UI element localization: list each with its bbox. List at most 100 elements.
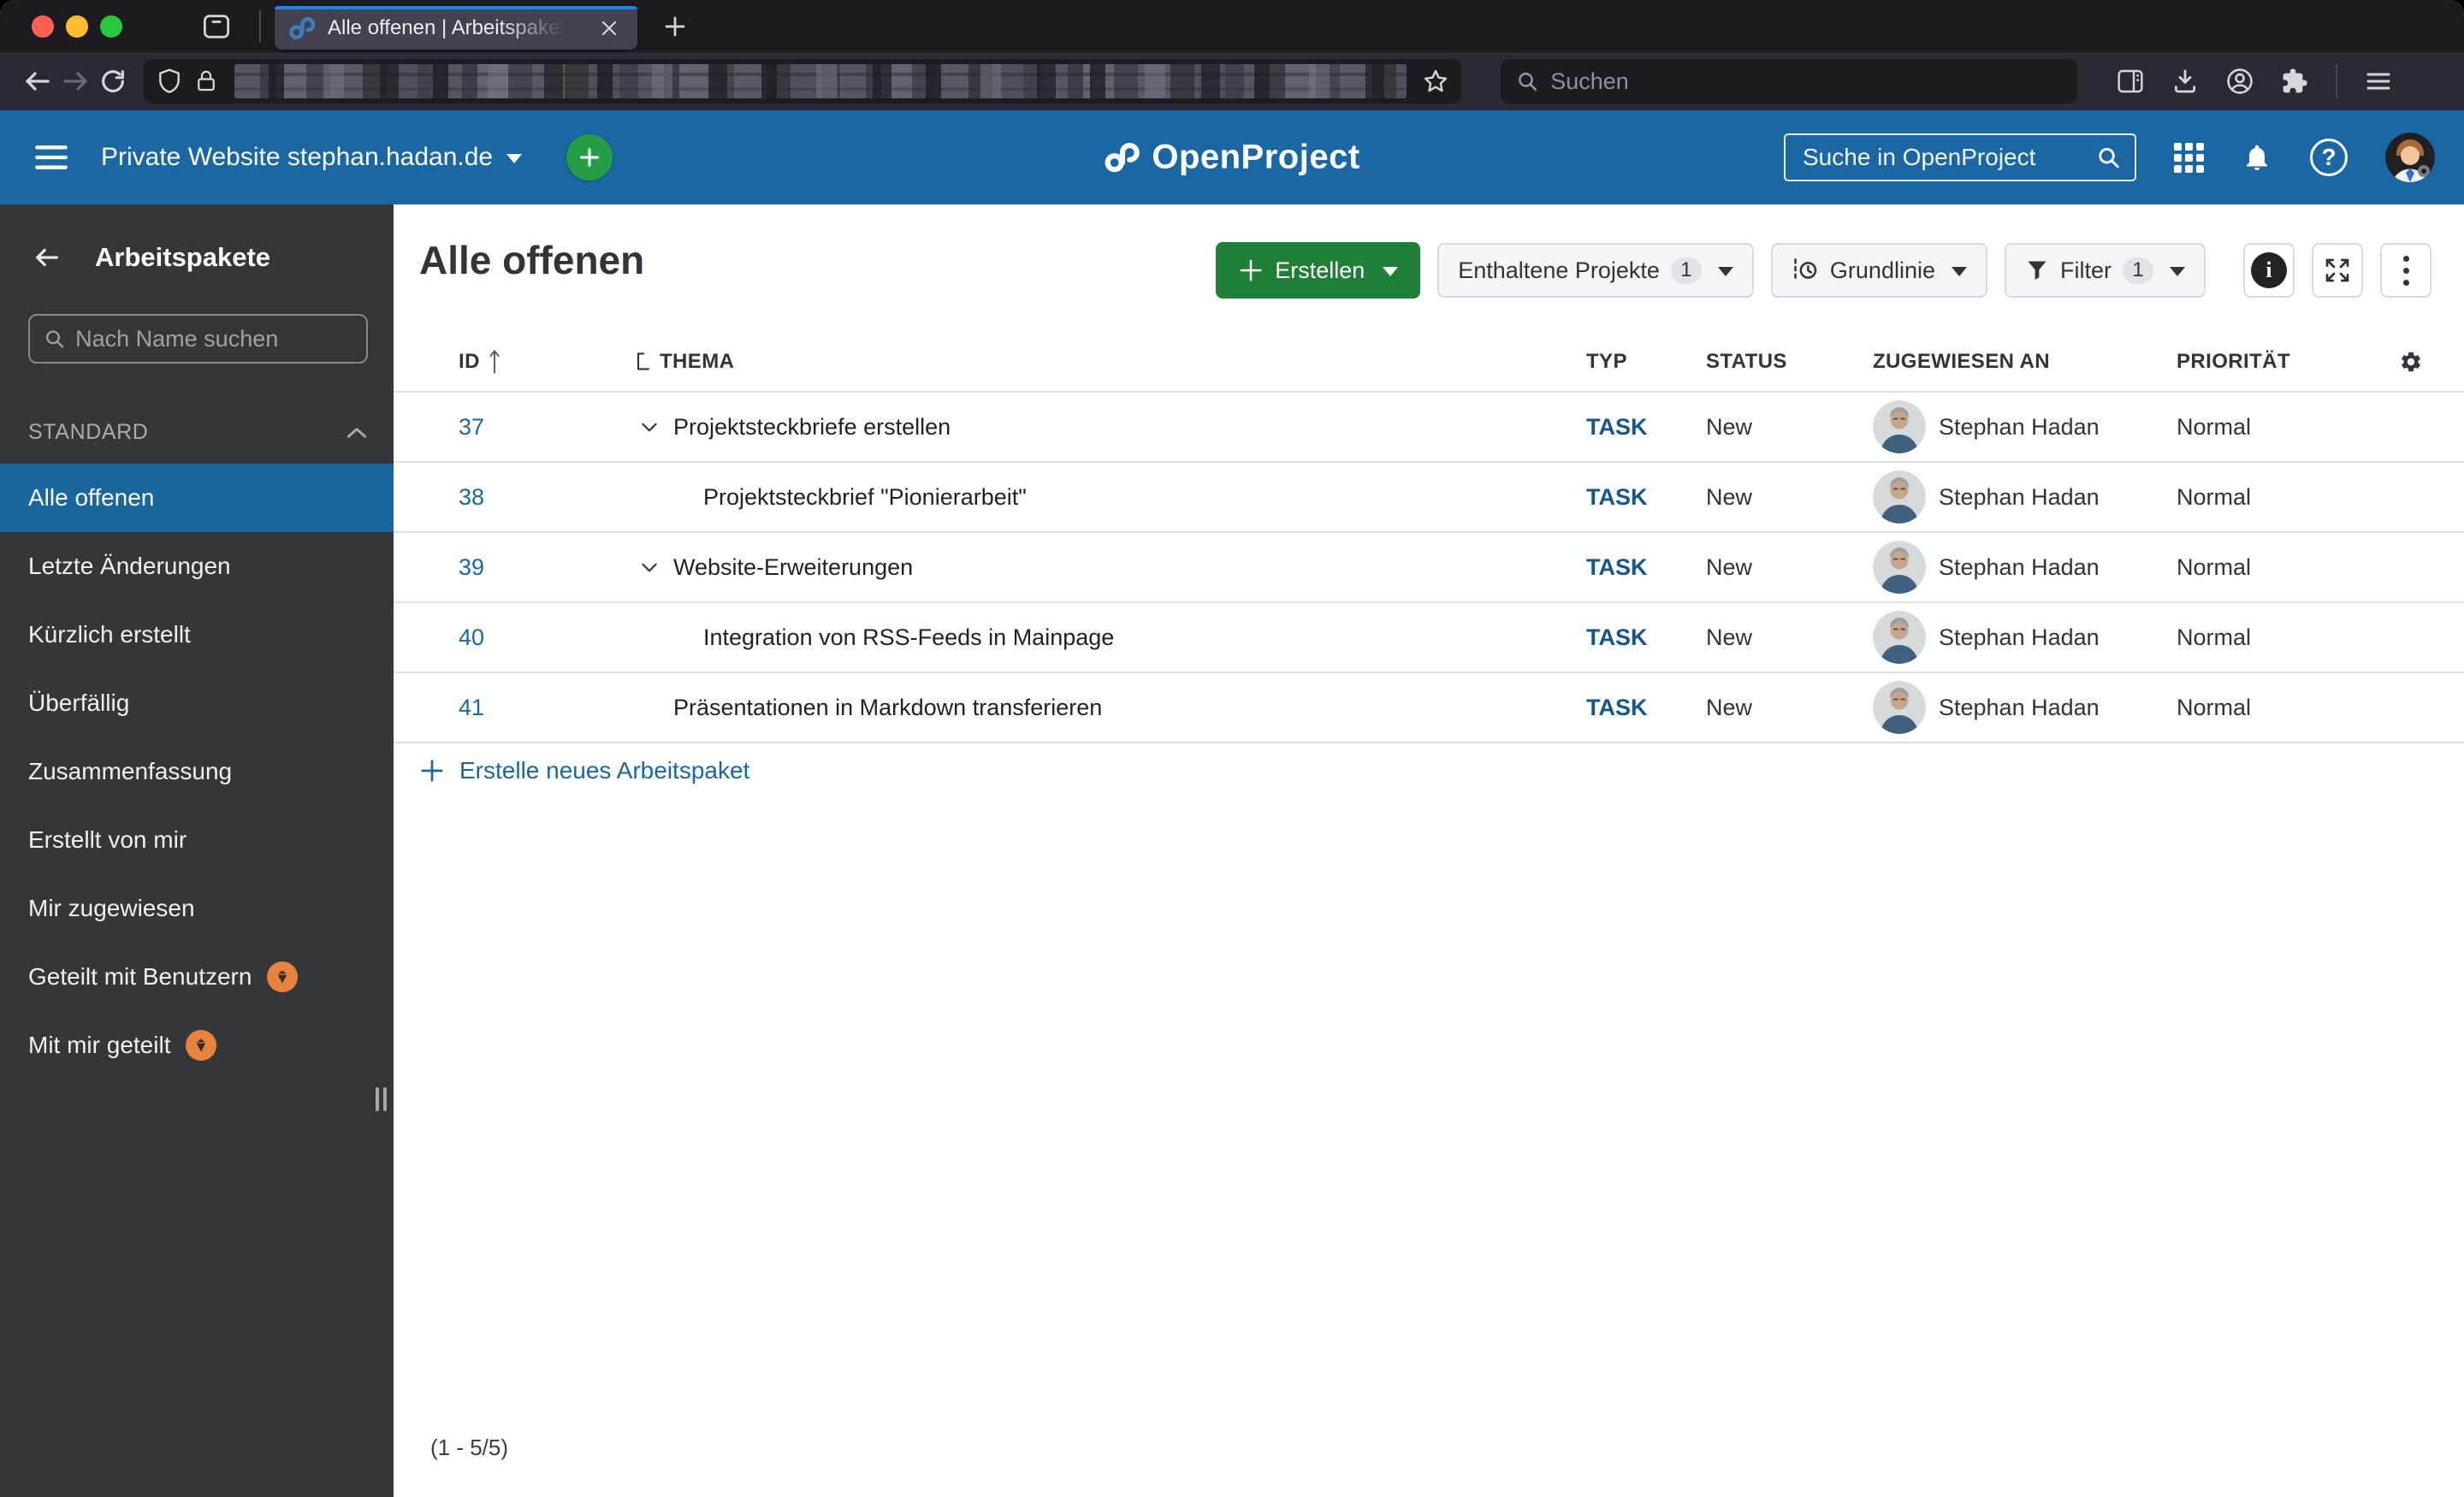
close-window-button[interactable]	[32, 15, 54, 38]
url-bar[interactable]	[144, 59, 1461, 104]
sidebar-resize-handle[interactable]	[376, 1087, 387, 1111]
column-header-prioritaet[interactable]: PRIORITÄT	[2177, 350, 2399, 374]
row-id-link[interactable]: 40	[459, 624, 484, 650]
collapse-toggle[interactable]	[634, 411, 665, 442]
more-options-button[interactable]	[2380, 243, 2431, 298]
sidebar-search-box[interactable]	[28, 314, 368, 364]
menu-hamburger-icon[interactable]	[2360, 62, 2397, 100]
table-row[interactable]: 41 Präsentationen in Markdown transferie…	[394, 673, 2464, 743]
row-type[interactable]: TASK	[1586, 695, 1706, 721]
global-search-box[interactable]	[1784, 133, 2136, 181]
global-search-input[interactable]	[1803, 144, 2088, 171]
sidebar-item[interactable]: Erstellt von mir	[0, 806, 394, 874]
new-tab-button[interactable]	[656, 8, 694, 45]
row-subject[interactable]: Website-Erweiterungen	[673, 554, 913, 581]
row-status[interactable]: New	[1706, 695, 1873, 721]
included-projects-button[interactable]: Enthaltene Projekte 1	[1437, 243, 1754, 298]
sidebar-item[interactable]: Letzte Änderungen	[0, 532, 394, 601]
row-status[interactable]: New	[1706, 554, 1873, 581]
lock-icon[interactable]	[193, 67, 219, 96]
forward-icon[interactable]	[56, 62, 94, 100]
modules-grid-icon[interactable]	[2174, 142, 2204, 173]
sidebar-item[interactable]: Geteilt mit Benutzern	[0, 943, 394, 1011]
sidebar-search-input[interactable]	[75, 325, 352, 352]
help-icon[interactable]: ?	[2310, 139, 2348, 176]
row-priority[interactable]: Normal	[2177, 554, 2399, 581]
downloads-icon[interactable]	[2166, 62, 2204, 100]
create-button[interactable]: Erstellen	[1216, 242, 1421, 299]
macos-traffic-lights	[32, 15, 122, 38]
column-header-thema[interactable]: THEMA	[634, 350, 1586, 374]
row-priority[interactable]: Normal	[2177, 624, 2399, 651]
row-priority[interactable]: Normal	[2177, 695, 2399, 721]
column-header-status[interactable]: STATUS	[1706, 350, 1873, 374]
row-assignee[interactable]: Stephan Hadan	[1873, 470, 2177, 524]
row-priority[interactable]: Normal	[2177, 414, 2399, 441]
main-menu-toggle-icon[interactable]	[29, 135, 74, 180]
row-id-link[interactable]: 38	[459, 484, 484, 510]
fullscreen-button[interactable]	[2312, 243, 2363, 298]
table-row[interactable]: 39 Website-Erweiterungen TASK New Stepha…	[394, 533, 2464, 603]
row-id-link[interactable]: 41	[459, 695, 484, 720]
reload-icon[interactable]	[94, 62, 132, 100]
back-icon[interactable]	[19, 62, 56, 100]
browser-window: Alle offenen | Arbeitspakete | Pri	[0, 0, 2464, 1497]
sidebar-item[interactable]: Alle offenen	[0, 464, 394, 532]
url-redacted-text	[234, 64, 1407, 98]
row-type[interactable]: TASK	[1586, 484, 1706, 511]
minimize-window-button[interactable]	[66, 15, 88, 38]
shield-icon[interactable]	[156, 67, 183, 96]
row-type[interactable]: TASK	[1586, 414, 1706, 441]
bookmark-star-icon[interactable]	[1422, 68, 1449, 95]
row-assignee[interactable]: Stephan Hadan	[1873, 541, 2177, 594]
notifications-bell-icon[interactable]	[2242, 142, 2272, 173]
column-header-zugewiesen[interactable]: ZUGEWIESEN AN	[1873, 350, 2177, 374]
row-status[interactable]: New	[1706, 414, 1873, 441]
row-type[interactable]: TASK	[1586, 554, 1706, 581]
row-id-link[interactable]: 37	[459, 414, 484, 440]
browser-tab-active[interactable]: Alle offenen | Arbeitspakete | Pri	[275, 6, 637, 50]
account-icon[interactable]	[2221, 62, 2259, 100]
sidebar-item[interactable]: Mit mir geteilt	[0, 1011, 394, 1080]
filter-button[interactable]: Filter 1	[2005, 243, 2206, 298]
row-assignee[interactable]: Stephan Hadan	[1873, 611, 2177, 664]
row-status[interactable]: New	[1706, 484, 1873, 511]
sidebar-item[interactable]: Mir zugewiesen	[0, 874, 394, 943]
row-id-link[interactable]: 39	[459, 554, 484, 580]
browser-search-box[interactable]	[1501, 59, 2077, 104]
table-row[interactable]: 37 Projektsteckbriefe erstellen TASK New…	[394, 393, 2464, 463]
table-row[interactable]: 38 Projektsteckbrief "Pionierarbeit" TAS…	[394, 463, 2464, 533]
sidebar-section-header[interactable]: STANDARD	[28, 420, 368, 445]
row-subject[interactable]: Präsentationen in Markdown transferieren	[673, 695, 1102, 721]
quick-add-button[interactable]	[566, 134, 613, 180]
baseline-button[interactable]: Grundlinie	[1770, 243, 1987, 298]
back-arrow-icon[interactable]	[32, 243, 62, 272]
row-priority[interactable]: Normal	[2177, 484, 2399, 511]
openproject-logo[interactable]: OpenProject	[1104, 139, 1359, 177]
table-settings[interactable]	[2399, 350, 2464, 374]
row-subject[interactable]: Projektsteckbrief "Pionierarbeit"	[703, 484, 1027, 511]
row-subject[interactable]: Integration von RSS-Feeds in Mainpage	[703, 624, 1114, 651]
row-type[interactable]: TASK	[1586, 624, 1706, 651]
project-selector[interactable]: Private Website stephan.hadan.de	[101, 143, 523, 172]
row-assignee[interactable]: Stephan Hadan	[1873, 681, 2177, 734]
row-status[interactable]: New	[1706, 624, 1873, 651]
zoom-window-button[interactable]	[100, 15, 122, 38]
create-work-package-link[interactable]: Erstelle neues Arbeitspaket	[419, 757, 2464, 784]
close-tab-icon[interactable]	[595, 14, 624, 43]
sidebar-item[interactable]: Überfällig	[0, 669, 394, 737]
tab-overview-icon[interactable]	[198, 8, 235, 45]
column-header-typ[interactable]: TYP	[1586, 350, 1706, 374]
sidebar-item[interactable]: Zusammenfassung	[0, 737, 394, 806]
info-button[interactable]: i	[2243, 243, 2295, 298]
table-row[interactable]: 40 Integration von RSS-Feeds in Mainpage…	[394, 603, 2464, 673]
row-assignee[interactable]: Stephan Hadan	[1873, 400, 2177, 453]
sidebar-panel-icon[interactable]	[2112, 62, 2149, 100]
sidebar-item[interactable]: Kürzlich erstellt	[0, 601, 394, 669]
browser-search-input[interactable]	[1550, 68, 2062, 95]
user-avatar[interactable]	[2385, 133, 2435, 182]
column-header-id[interactable]: ID	[459, 349, 634, 375]
collapse-toggle[interactable]	[634, 552, 665, 583]
extensions-icon[interactable]	[2276, 62, 2313, 100]
row-subject[interactable]: Projektsteckbriefe erstellen	[673, 414, 951, 441]
